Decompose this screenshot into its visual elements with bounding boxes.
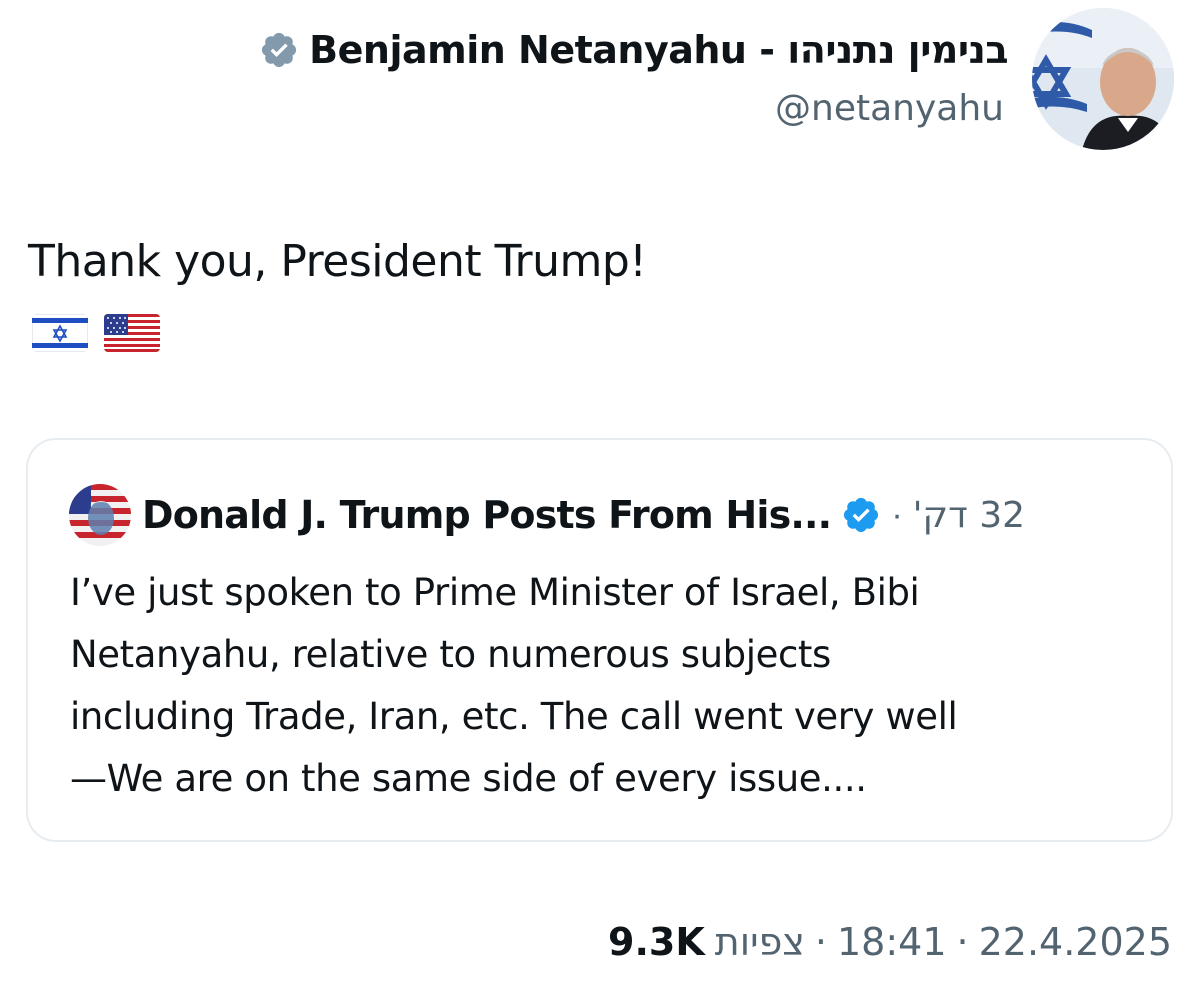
quoted-tweet-card[interactable]: Donald J. Trump Posts From His... · 32 ד… — [26, 438, 1173, 842]
verified-badge-icon[interactable] — [259, 30, 299, 70]
emoji-row — [32, 314, 160, 352]
quoted-text-line: I’ve just spoken to Prime Minister of Is… — [70, 571, 920, 614]
quoted-text-line: Netanyahu, relative to numerous subjects — [70, 633, 831, 676]
tweet-time[interactable]: 18:41 — [837, 920, 947, 964]
views-label: צפיות — [714, 920, 805, 964]
quoted-text-line: including Trade, Iran, etc. The call wen… — [70, 695, 958, 738]
quoted-author-name[interactable]: Donald J. Trump Posts From His... — [142, 493, 832, 537]
tweet-text: Thank you, President Trump! — [28, 236, 647, 287]
author-handle[interactable]: @netanyahu — [775, 88, 1004, 129]
author-avatar-image — [1032, 8, 1174, 150]
quoted-header: Donald J. Trump Posts From His... · 32 ד… — [142, 484, 1025, 546]
meta-separator: · — [814, 920, 827, 964]
quoted-author-avatar-image — [69, 484, 131, 546]
author-display-name[interactable]: Benjamin Netanyahu - בנימין נתניהו — [309, 28, 1008, 72]
quoted-tweet-text: I’ve just spoken to Prime Minister of Is… — [70, 562, 1160, 810]
meta-separator: · — [956, 920, 969, 964]
verified-badge-icon[interactable] — [841, 495, 881, 535]
quoted-text-line: —We are on the same side of every issue.… — [70, 757, 867, 800]
quoted-time-ago[interactable]: 32 דק' — [913, 495, 1025, 536]
us-flag-icon — [104, 314, 160, 352]
quoted-author-avatar[interactable] — [69, 484, 131, 546]
tweet-date[interactable]: 22.4.2025 — [979, 920, 1172, 964]
author-avatar[interactable] — [1032, 8, 1174, 150]
views-count[interactable]: 9.3K — [608, 920, 705, 964]
israel-flag-icon — [32, 314, 88, 352]
author-line: Benjamin Netanyahu - בנימין נתניהו — [259, 26, 1008, 74]
tweet-meta: 9.3K צפיות · 18:41 · 22.4.2025 — [608, 916, 1172, 968]
quoted-separator: · — [891, 495, 903, 534]
